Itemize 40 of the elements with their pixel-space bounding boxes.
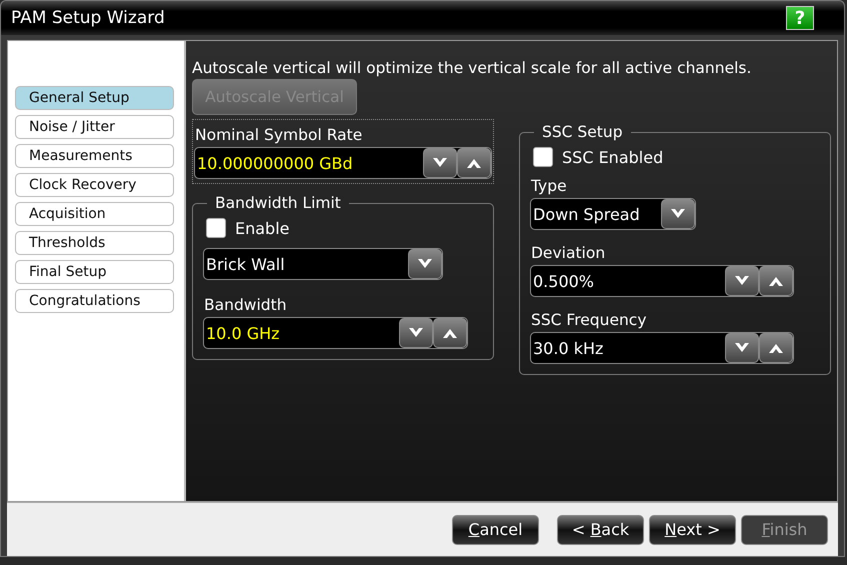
decrement-button[interactable] [423,148,457,178]
group-title: Bandwidth Limit [214,194,342,212]
wizard-step[interactable]: Thresholds [15,231,174,255]
footer-button[interactable]: Next > [649,514,736,544]
decrement-button[interactable] [408,249,442,279]
footer-button[interactable]: Cancel [452,514,539,544]
field-label: Nominal Symbol Rate [195,126,364,144]
field-label: Type [531,177,568,195]
dropdown[interactable]: Brick Wall [203,248,443,280]
wizard-step[interactable]: Noise / Jitter [15,115,174,139]
increment-button[interactable] [457,148,491,178]
group-title: SSC Setup [541,123,624,141]
decrement-button[interactable] [725,333,759,363]
spin-field[interactable]: 10.000000000 GBd [194,147,492,179]
wizard-step[interactable]: General Setup [15,86,174,110]
wizard-step[interactable]: Final Setup [15,260,174,284]
dropdown[interactable]: Down Spread [530,198,696,230]
decrement-button[interactable] [661,199,695,229]
checkbox-label: SSC Enabled [562,148,664,166]
wizard-step[interactable]: Acquisition [15,202,174,226]
wizard-step[interactable]: Measurements [15,144,174,168]
description-text: Autoscale vertical will optimize the vertical scale for all active channels. [192,59,752,77]
footer-button[interactable]: < Back [557,514,644,544]
field-label: Bandwidth [204,296,288,314]
window-title: PAM Setup Wizard [11,8,165,28]
spin-field[interactable]: 0.500% [530,265,794,297]
decrement-button[interactable] [725,266,759,296]
wizard-step[interactable]: Clock Recovery [15,173,174,197]
checkbox-label: Enable [235,218,290,238]
spin-field[interactable]: 10.0 GHz [203,317,468,349]
field-label: Deviation [531,244,606,262]
increment-button[interactable] [759,266,793,296]
increment-button[interactable] [759,333,793,363]
wizard-step[interactable]: Congratulations [15,289,174,313]
increment-button[interactable] [433,318,467,348]
decrement-button[interactable] [399,318,433,348]
checkbox[interactable] [206,218,226,238]
field-label: SSC Frequency [531,311,648,329]
spin-field[interactable]: 30.0 kHz [530,332,794,364]
checkbox[interactable] [533,147,553,167]
